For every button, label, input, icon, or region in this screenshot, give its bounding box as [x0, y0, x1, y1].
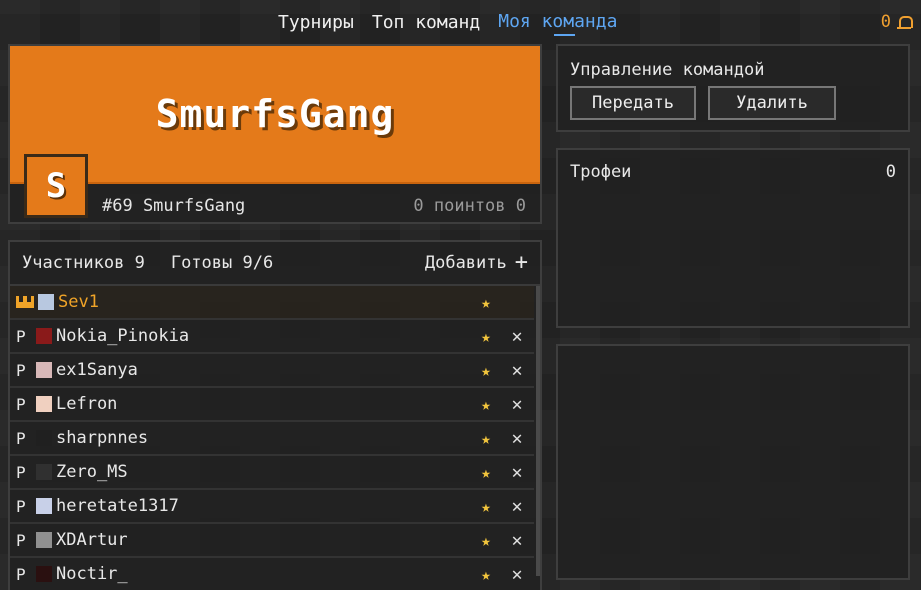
kick-icon[interactable]: ✕: [508, 530, 526, 551]
star-icon[interactable]: ★: [478, 565, 494, 584]
tab-top-teams[interactable]: Топ команд: [372, 12, 480, 33]
role-icon: P: [16, 530, 26, 550]
avatar: [36, 396, 52, 412]
avatar: [36, 328, 52, 344]
avatar: [38, 294, 54, 310]
role-icon: P: [16, 394, 26, 414]
star-icon[interactable]: ★: [478, 429, 494, 448]
delete-button[interactable]: Удалить: [708, 86, 836, 120]
member-list: Sev1 ★ P Nokia_Pinokia ★ ✕ Pex1Sanya ★ ✕ P Lefron ★…: [10, 286, 534, 590]
team-banner: SmurfsGang: [10, 46, 540, 184]
member-row[interactable]: P XDArtur ★ ✕: [10, 524, 534, 558]
tab-my-team[interactable]: Моя команда: [498, 11, 617, 36]
role-icon: P: [16, 428, 26, 448]
add-member-button[interactable]: Добавить +: [425, 252, 528, 274]
empty-panel: [556, 344, 910, 580]
member-name: sharpnnes: [56, 428, 149, 448]
members-ready: Готовы 9/6: [170, 253, 274, 273]
team-points: 0 поинтов 0: [413, 196, 526, 216]
avatar: [36, 464, 52, 480]
star-icon[interactable]: ★: [478, 327, 494, 346]
notification-count: 0: [880, 12, 891, 32]
members-count: Участников 9: [22, 253, 145, 273]
crown-icon: [16, 296, 34, 308]
kick-icon[interactable]: ✕: [508, 326, 526, 347]
kick-icon[interactable]: ✕: [508, 394, 526, 415]
member-row[interactable]: Pheretate1317 ★ ✕: [10, 490, 534, 524]
avatar: [36, 362, 52, 378]
team-logo: S: [24, 154, 88, 218]
member-row[interactable]: P Lefron ★ ✕: [10, 388, 534, 422]
star-icon[interactable]: ★: [478, 497, 494, 516]
star-icon[interactable]: ★: [478, 361, 494, 380]
bell-icon[interactable]: [897, 15, 913, 29]
star-icon[interactable]: ★: [478, 293, 494, 312]
member-row[interactable]: P Zero_MS ★ ✕: [10, 456, 534, 490]
kick-icon[interactable]: ✕: [508, 428, 526, 449]
role-icon: P: [16, 326, 26, 346]
role-icon: P: [16, 360, 26, 380]
kick-icon[interactable]: ✕: [508, 564, 526, 585]
trophies-panel: Трофеи 0: [556, 148, 910, 328]
member-row[interactable]: Sev1 ★: [10, 286, 534, 320]
role-icon: P: [16, 564, 26, 584]
kick-icon[interactable]: ✕: [508, 360, 526, 381]
kick-icon[interactable]: ✕: [508, 496, 526, 517]
top-nav: Турниры Топ команд Моя команда: [278, 8, 617, 36]
trophies-count: 0: [885, 162, 896, 182]
member-name: Lefron: [56, 394, 118, 414]
member-name: XDArtur: [56, 530, 128, 550]
member-row[interactable]: P Nokia_Pinokia ★ ✕: [10, 320, 534, 354]
star-icon[interactable]: ★: [478, 531, 494, 550]
role-icon: P: [16, 462, 26, 482]
tab-tournaments[interactable]: Турниры: [278, 12, 354, 33]
avatar: [36, 430, 52, 446]
transfer-button[interactable]: Передать: [570, 86, 696, 120]
star-icon[interactable]: ★: [478, 463, 494, 482]
member-row[interactable]: Psharpnnes ★ ✕: [10, 422, 534, 456]
members-panel: Участников 9 Готовы 9/6 Добавить + Sev1 ★…: [8, 240, 542, 590]
team-banner-title: SmurfsGang: [155, 92, 395, 136]
star-icon[interactable]: ★: [478, 395, 494, 414]
plus-icon: +: [514, 250, 528, 275]
avatar: [36, 566, 52, 582]
role-icon: P: [16, 496, 26, 516]
avatar: [36, 532, 52, 548]
team-rank: #69 SmurfsGang: [102, 196, 246, 216]
member-name: Nokia_Pinokia: [56, 326, 190, 346]
member-name: Sev1: [58, 292, 99, 312]
member-row[interactable]: Pex1Sanya ★ ✕: [10, 354, 534, 388]
members-header: Участников 9 Готовы 9/6 Добавить +: [10, 242, 540, 286]
trophies-title: Трофеи: [570, 162, 632, 182]
member-name: Noctir_: [56, 564, 128, 584]
notifications[interactable]: 0: [880, 12, 913, 32]
add-member-label: Добавить: [424, 253, 507, 273]
management-title: Управление командой: [570, 60, 765, 80]
team-card: SmurfsGang S #69 SmurfsGang 0 поинтов 0: [8, 44, 542, 224]
member-name: heretate1317: [56, 496, 179, 516]
team-management-panel: Управление командой Передать Удалить: [556, 44, 910, 132]
kick-icon[interactable]: ✕: [508, 462, 526, 483]
member-row[interactable]: P Noctir_ ★ ✕: [10, 558, 534, 590]
scrollbar[interactable]: [536, 286, 540, 576]
member-name: Zero_MS: [56, 462, 128, 482]
member-name: ex1Sanya: [56, 360, 138, 380]
avatar: [36, 498, 52, 514]
